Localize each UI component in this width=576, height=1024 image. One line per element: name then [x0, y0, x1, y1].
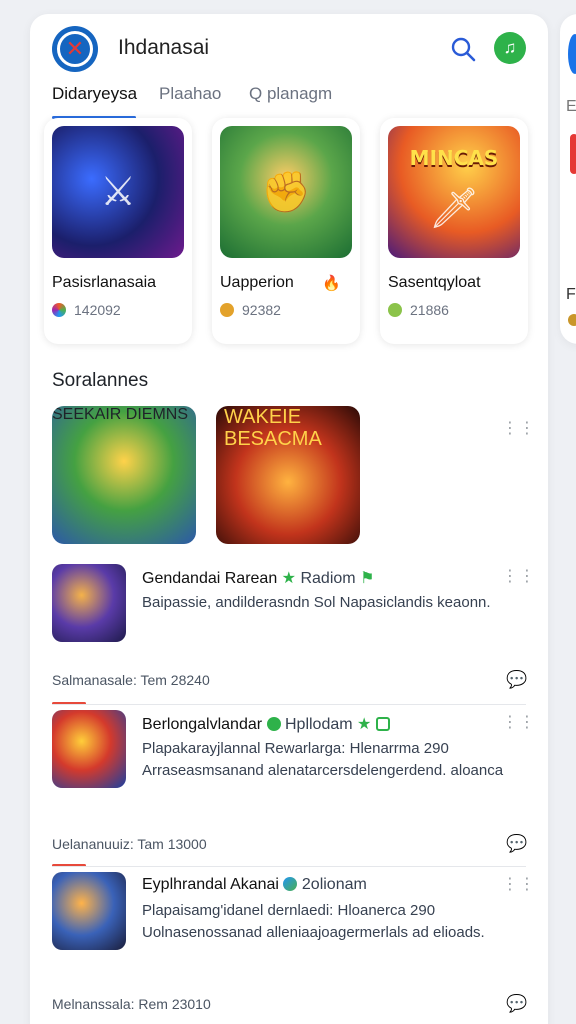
more-dots-icon[interactable]: ⋮⋮	[502, 421, 535, 437]
tab-bar: Didaryeysa Plaahao Q planagm	[52, 82, 532, 122]
game-thumbnail	[52, 564, 126, 642]
list-item-description: Baipassie, andilderasndn Sol Napasicland…	[142, 594, 491, 611]
game-art: ✊	[220, 126, 352, 258]
list-item-name: Eyplhrandal Akanai	[142, 876, 279, 893]
list-item-footer: Melnanssala: Rem 23010	[52, 996, 211, 1012]
download-count: 92382	[242, 302, 281, 318]
list-item-name: Berlongalvlandar	[142, 716, 263, 733]
rating-icon	[52, 303, 66, 317]
badge-icon	[375, 717, 390, 731]
badge-icon: ⚑	[360, 570, 375, 587]
next-card-peek[interactable]: E F	[560, 14, 576, 344]
more-dots-icon[interactable]: ⋮⋮	[502, 715, 535, 731]
list-item-title: Gendandai Rarean ★ Radiom ⚑	[142, 568, 374, 588]
tab-plaahao[interactable]: Plaahao	[159, 84, 221, 104]
globe-icon	[283, 877, 298, 891]
game-art[interactable]: WAKEIE BESACMA	[216, 406, 360, 544]
featured-card[interactable]: ⚔ Pasisrlanasaia 142092	[44, 118, 192, 344]
comment-icon[interactable]: 💬	[506, 834, 527, 853]
game-meta: 142092	[52, 302, 121, 318]
game-art-logo: WAKEIE BESACMA	[224, 406, 322, 450]
rating-icon	[220, 303, 234, 317]
fire-icon: 🔥	[322, 275, 341, 292]
comment-icon[interactable]: 💬	[506, 670, 527, 689]
list-item-description: Plapaisamg'idanel dernlaedi: Hloanerca 2…	[142, 902, 485, 941]
game-meta: 92382	[220, 302, 281, 318]
featured-card[interactable]: MINCAS 🗡 Sasentqyloat 21886	[380, 118, 528, 344]
download-count: 142092	[74, 302, 121, 318]
game-art: MINCAS 🗡	[388, 126, 520, 258]
rating-icon	[388, 303, 402, 317]
star-icon: ★	[357, 716, 372, 733]
tab-didaryeysa[interactable]: Didaryeysa	[52, 84, 137, 104]
globe-icon	[266, 717, 281, 731]
peek-art	[570, 134, 576, 174]
search-icon[interactable]	[448, 34, 478, 64]
music-note-icon[interactable]: ♫	[494, 32, 526, 64]
list-item-tag: 2olionam	[301, 876, 367, 893]
game-thumbnail	[52, 710, 126, 788]
game-art-logo: SEEKAIR DIEMNS	[52, 406, 189, 423]
app-title: Ihdanasai	[118, 36, 210, 59]
list-item-description: Plapakarayjlannal Rewarlarga: Hlenarrma …	[142, 740, 504, 779]
game-art-logo: MINCAS	[409, 146, 499, 170]
list-item-tag: Radiom	[300, 570, 356, 587]
game-art[interactable]: SEEKAIR DIEMNS	[52, 406, 196, 544]
list-item-title: Eyplhrandal Akanai 2olionam	[142, 876, 367, 894]
divider	[52, 704, 526, 705]
list-item-name: Gendandai Rarean	[142, 570, 278, 587]
list-item-footer: Salmanasale: Tem 28240	[52, 672, 210, 688]
peek-logo	[568, 34, 576, 74]
main-panel: ✕ Ihdanasai ♫ Didaryeysa Plaahao Q plana…	[30, 14, 548, 1024]
game-name: Pasisrlanasaia	[52, 274, 157, 291]
app-logo[interactable]: ✕	[52, 26, 98, 72]
section-title: Soralannes	[52, 370, 149, 391]
featured-card[interactable]: ✊ Uapperion 🔥 92382	[212, 118, 360, 344]
peek-text: F	[566, 286, 576, 303]
list-item-title: Berlongalvlandar Hpllodam ★	[142, 714, 390, 734]
divider	[52, 866, 526, 867]
game-art: ⚔	[52, 126, 184, 258]
game-thumbnail	[52, 872, 126, 950]
peek-dot	[568, 314, 576, 326]
game-name: Uapperion	[220, 274, 294, 291]
more-dots-icon[interactable]: ⋮⋮	[502, 569, 535, 585]
game-meta: 21886	[388, 302, 449, 318]
download-count: 21886	[410, 302, 449, 318]
tab-planagm[interactable]: Q planagm	[249, 84, 332, 104]
more-dots-icon[interactable]: ⋮⋮	[502, 877, 535, 893]
list-item-tag: Hpllodam	[284, 716, 353, 733]
list-item-footer: Uelananuuiz: Tam 13000	[52, 836, 207, 852]
star-icon: ★	[281, 570, 297, 587]
game-name: Sasentqyloat	[388, 274, 481, 291]
comment-icon[interactable]: 💬	[506, 994, 527, 1013]
peek-text: E	[566, 98, 576, 115]
